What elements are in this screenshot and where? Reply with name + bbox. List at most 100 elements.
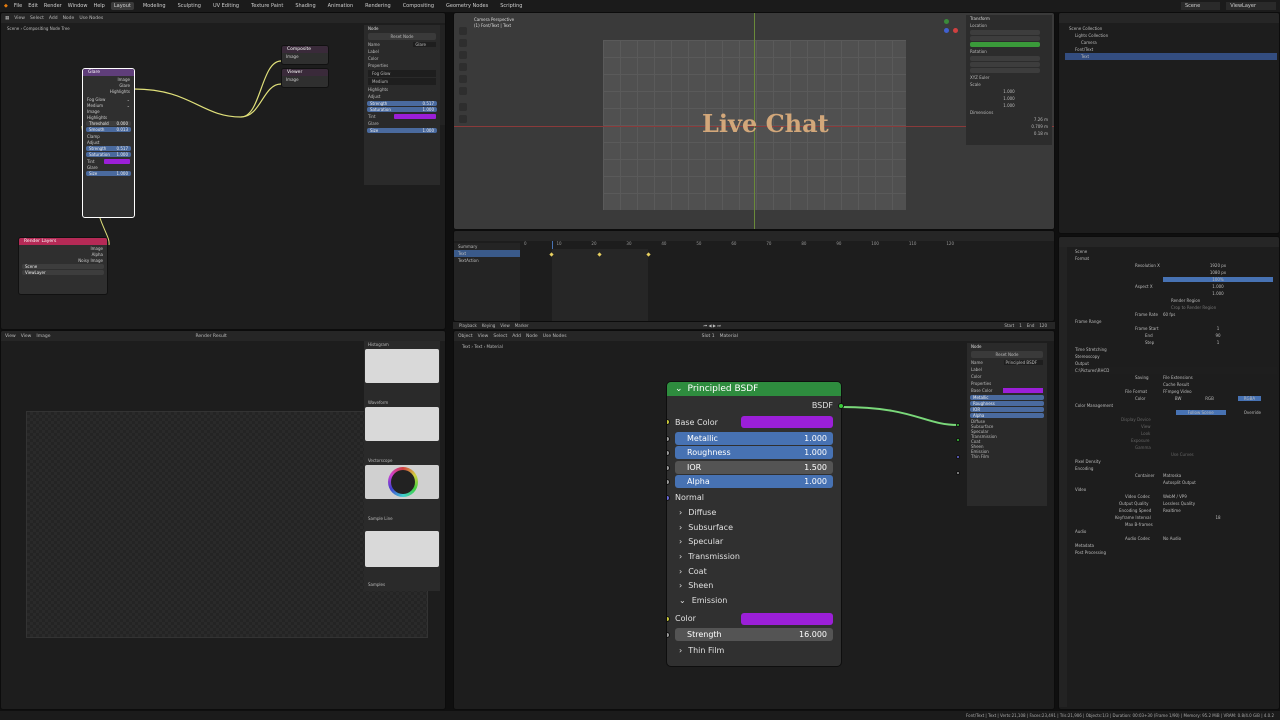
tab-geometry-nodes[interactable]: Geometry Nodes — [443, 2, 491, 10]
encoding-speed-select[interactable]: Realtime — [1163, 508, 1273, 513]
vectorscope[interactable] — [365, 465, 439, 499]
scale-z-field[interactable]: 1.000 — [966, 102, 1052, 109]
time-stretching-panel[interactable]: Time Stretching — [1071, 346, 1277, 353]
glare-node-header[interactable]: Glare — [83, 69, 134, 76]
encoding-speed-row[interactable]: Encoding Speed Realtime — [1071, 507, 1277, 514]
transform-tool-icon[interactable] — [459, 87, 467, 95]
menu-playback[interactable]: Playback — [459, 323, 477, 328]
container-row[interactable]: Container Matroska — [1071, 472, 1277, 479]
alpha-field[interactable]: Alpha 1.000 — [675, 475, 833, 488]
output-socket[interactable] — [956, 438, 960, 442]
sb-alpha[interactable]: Alpha — [970, 413, 1044, 418]
rl-scene-select[interactable]: Scene — [22, 264, 104, 269]
node-label-field[interactable]: Label — [364, 48, 440, 55]
sb-roughness[interactable]: Roughness — [970, 401, 1044, 406]
viewer-node-header[interactable]: Viewer — [282, 69, 328, 76]
scale-x-field[interactable]: 1.000 — [966, 88, 1052, 95]
render-region-checkbox[interactable]: Render Region — [1071, 297, 1277, 304]
end-field[interactable]: 120 — [1039, 323, 1047, 328]
sidebar-tint-swatch[interactable] — [394, 114, 436, 119]
ior-socket[interactable] — [667, 464, 670, 471]
glare-panel[interactable]: Glare — [83, 164, 134, 170]
menu-render[interactable]: Render — [44, 3, 62, 9]
color-management-panel[interactable]: Color Management — [1071, 402, 1277, 409]
node-label-field[interactable]: Label — [967, 366, 1047, 373]
histogram-scope[interactable] — [365, 349, 439, 383]
output-socket[interactable] — [956, 455, 960, 459]
resolution-pct-row[interactable]: 100% — [1071, 276, 1277, 283]
file-extensions-checkbox[interactable]: File Extensions — [1163, 375, 1273, 380]
metallic-field[interactable]: Metallic 1.000 — [675, 431, 833, 445]
rgb-button[interactable]: RGB — [1205, 396, 1214, 401]
principled-bsdf-node[interactable]: ⌄ Principled BSDF BSDF Base Color Metalli… — [666, 381, 842, 667]
menu-view[interactable]: View — [5, 334, 16, 339]
emission-color-row[interactable]: Color — [667, 611, 841, 627]
color-panel[interactable]: Color — [364, 55, 440, 62]
thin-film-panel[interactable]: › Thin Film — [667, 643, 841, 658]
keyframe[interactable] — [646, 252, 651, 257]
sb-metallic[interactable]: Metallic — [970, 395, 1044, 400]
menu-view[interactable]: View — [500, 323, 510, 328]
strength-field[interactable]: Strength 0.517 — [86, 146, 131, 151]
emission-strength-field[interactable]: Strength 16.000 — [675, 628, 833, 642]
reset-node-button[interactable]: Reset Node — [971, 351, 1043, 358]
emission-color-socket[interactable] — [667, 615, 670, 622]
sidebar-strength-field[interactable]: Strength 0.517 — [367, 101, 437, 106]
keyframe-interval-row[interactable]: Keyframe Interval 18 — [1071, 514, 1277, 521]
outliner-camera[interactable]: Camera — [1065, 39, 1277, 46]
metallic-socket[interactable] — [667, 435, 670, 442]
pixel-density-panel[interactable]: Pixel Density — [1071, 458, 1277, 465]
tab-compositing[interactable]: Compositing — [400, 2, 437, 10]
max-bframes-row[interactable]: Max B-frames — [1071, 521, 1277, 528]
waveform-scope[interactable] — [365, 407, 439, 441]
output-path-field[interactable]: C:\Pictures\RHCD — [1071, 367, 1277, 374]
dimensions-y-field[interactable]: 0.709 m — [966, 123, 1052, 130]
channel-summary[interactable]: Summary — [454, 243, 520, 250]
tab-shading[interactable]: Shading — [292, 2, 318, 10]
menu-file[interactable]: File — [14, 3, 22, 9]
highlights-subpanel[interactable]: Highlights — [364, 86, 440, 93]
emission-color-swatch[interactable] — [741, 612, 833, 625]
move-tool-icon[interactable] — [459, 51, 467, 59]
saturation-field[interactable]: Saturation 1.000 — [86, 152, 131, 157]
dimensions-z-field[interactable]: 0.18 m — [966, 130, 1052, 137]
coat-panel[interactable]: › Coat — [667, 564, 841, 579]
rgba-button[interactable]: RGBA — [1237, 396, 1262, 401]
frame-range-panel[interactable]: Frame Range — [1071, 318, 1277, 325]
ior-field[interactable]: IOR 1.500 — [675, 460, 833, 474]
diffuse-panel[interactable]: › Diffuse — [667, 506, 841, 521]
waveform-panel[interactable]: Waveform — [364, 399, 392, 406]
bsdf-output-socket[interactable] — [838, 403, 844, 409]
audio-panel[interactable]: Audio — [1071, 528, 1277, 535]
navigation-gizmo[interactable] — [934, 18, 960, 44]
output-socket[interactable] — [956, 423, 960, 427]
aspect-x-row[interactable]: Aspect X 1.000 — [1071, 283, 1277, 290]
frame-start-row[interactable]: Frame Start 1 — [1071, 325, 1277, 332]
tab-rendering[interactable]: Rendering — [362, 2, 394, 10]
quality-dropdown[interactable]: Medium — [368, 78, 436, 85]
file-format-select[interactable]: FFmpeg Video — [1163, 389, 1273, 394]
size-field[interactable]: Size 1.000 — [86, 171, 131, 176]
metadata-panel[interactable]: Metadata — [1071, 542, 1277, 549]
tab-uv-editing[interactable]: UV Editing — [210, 2, 242, 10]
vectorscope-panel[interactable]: Vectorscope — [364, 457, 396, 464]
threshold-field[interactable]: Threshold 0.000 — [86, 121, 131, 126]
tint-field[interactable]: Tint — [83, 158, 134, 164]
sidebar-size-field[interactable]: Size 1.000 — [367, 128, 437, 133]
audio-codec-select[interactable]: No Audio — [1163, 536, 1273, 541]
tab-modeling[interactable]: Modeling — [140, 2, 169, 10]
resolution-x-row[interactable]: Resolution X 1920 px — [1071, 262, 1277, 269]
file-format-row[interactable]: File Format FFmpeg Video — [1071, 388, 1277, 395]
menu-marker[interactable]: Marker — [515, 323, 529, 328]
color-management-mode[interactable]: Follow Scene Override — [1071, 409, 1277, 416]
render-layers-node[interactable]: Render Layers Image Alpha Noisy Image Sc… — [18, 237, 108, 295]
outliner-scene-collection[interactable]: Scene Collection — [1065, 25, 1277, 32]
base-color-socket[interactable] — [667, 419, 670, 425]
render-result-select[interactable]: Render Result — [195, 334, 226, 339]
cache-result-row[interactable]: Cache Result — [1071, 381, 1277, 388]
crop-checkbox[interactable]: Crop to Render Region — [1071, 304, 1277, 311]
stereoscopy-panel[interactable]: Stereoscopy — [1071, 353, 1277, 360]
viewer-node[interactable]: Viewer Image — [281, 68, 329, 88]
select-tool-icon[interactable] — [459, 27, 467, 35]
reset-node-button[interactable]: Reset Node — [368, 33, 436, 40]
